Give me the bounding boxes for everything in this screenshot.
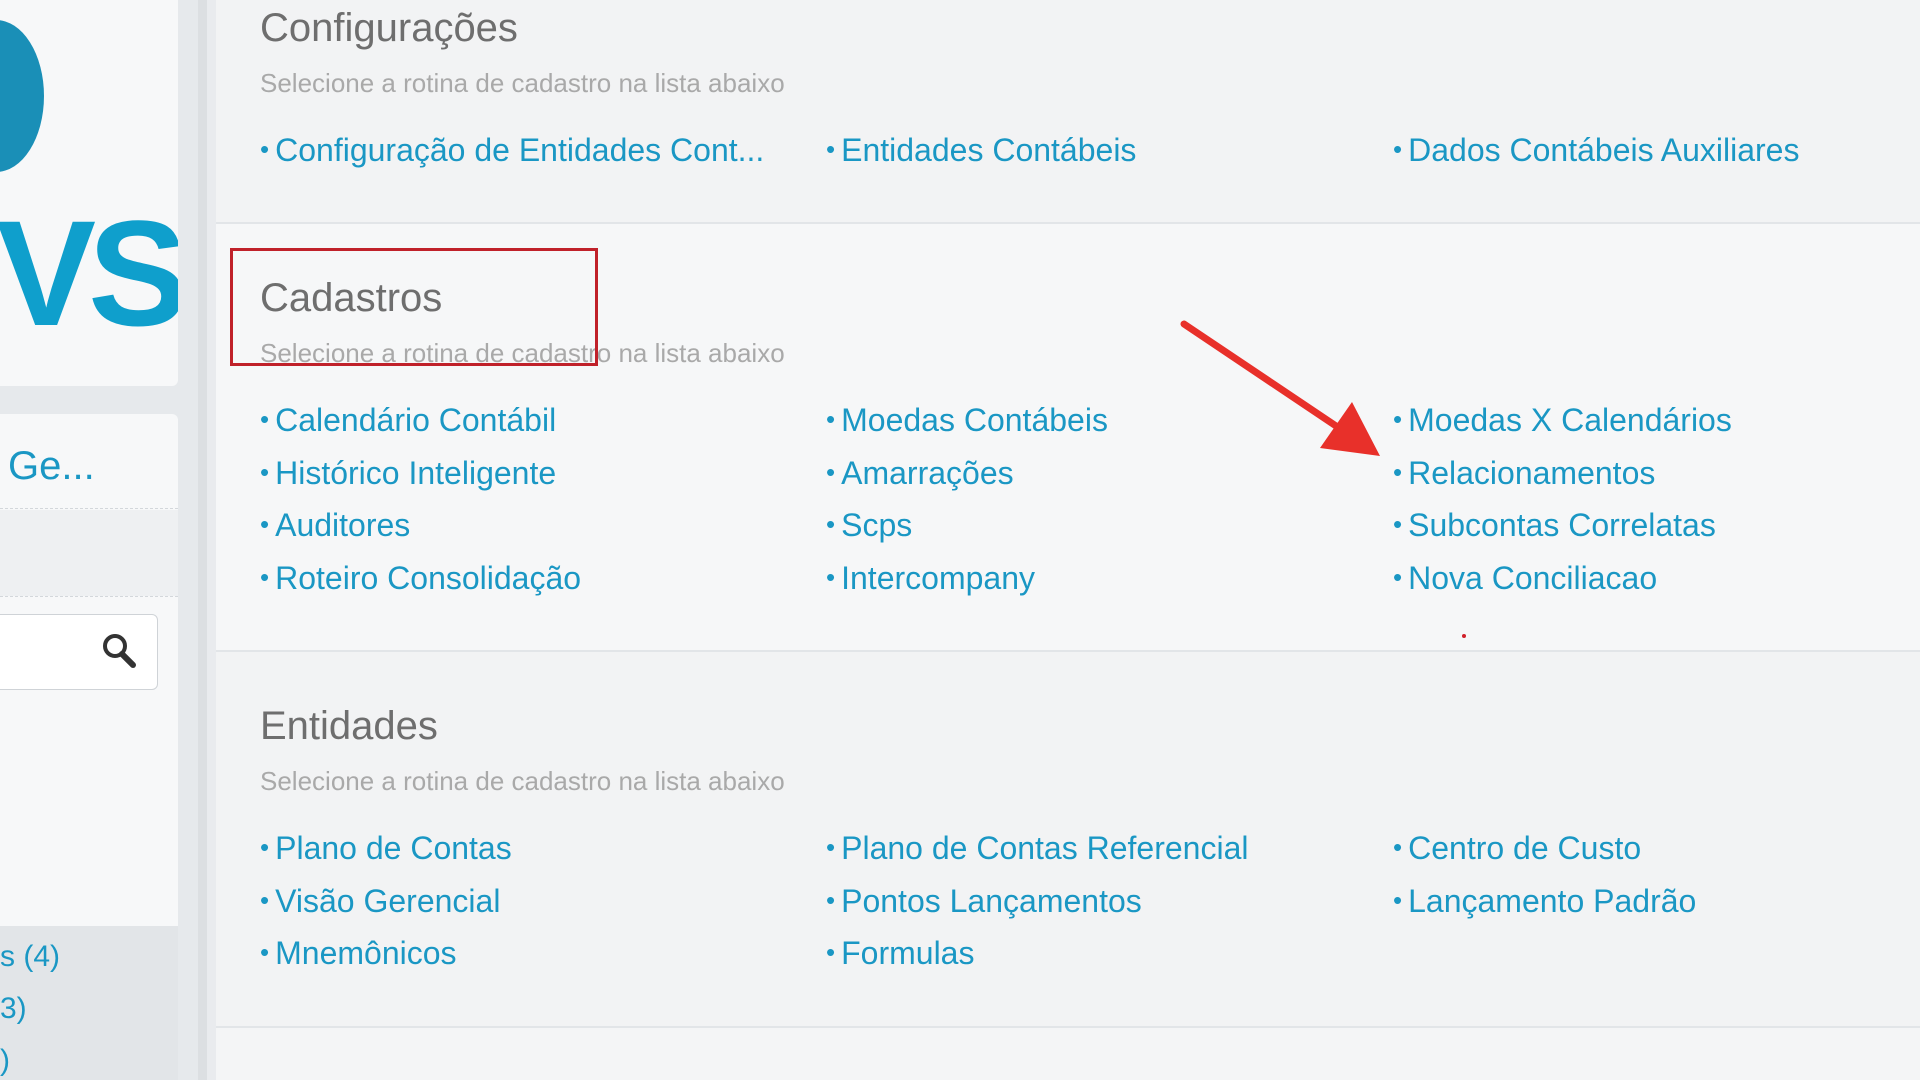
section-configuracoes: Configurações Selecione a rotina de cada… — [216, 0, 1920, 224]
annotation-dot — [1462, 634, 1466, 638]
count-item[interactable]: ) — [0, 1044, 10, 1078]
link-dados-contabeis-auxiliares[interactable]: • Dados Contábeis Auxiliares — [1393, 132, 1799, 169]
link-plano-de-contas[interactable]: • Plano de Contas — [260, 830, 512, 867]
count-item[interactable]: 3) — [0, 992, 27, 1026]
logo-card: VS — [0, 0, 178, 386]
link-amarracoes[interactable]: • Amarrações — [826, 455, 1014, 492]
menu-card: Ge... — [0, 414, 178, 926]
annotation-highlight-box — [230, 248, 598, 366]
count-item[interactable]: s (4) — [0, 940, 60, 974]
menu-divider — [0, 596, 178, 597]
logo-mark — [0, 20, 44, 172]
link-mnemonicos[interactable]: • Mnemônicos — [260, 935, 457, 972]
link-moedas-x-calendarios[interactable]: • Moedas X Calendários — [1393, 402, 1732, 439]
link-entidades-contabeis[interactable]: • Entidades Contábeis — [826, 132, 1136, 169]
link-scps[interactable]: • Scps — [826, 507, 912, 544]
menu-divider — [0, 508, 178, 509]
link-centro-de-custo[interactable]: • Centro de Custo — [1393, 830, 1641, 867]
section-entidades: Entidades Selecione a rotina de cadastro… — [216, 652, 1920, 1028]
link-calendario-contabil[interactable]: • Calendário Contábil — [260, 402, 556, 439]
sidebar-border — [198, 0, 207, 1080]
link-roteiro-consolidacao[interactable]: • Roteiro Consolidação — [260, 560, 581, 597]
link-relacionamentos[interactable]: • Relacionamentos — [1393, 455, 1655, 492]
section-subtitle: Selecione a rotina de cadastro na lista … — [260, 68, 785, 98]
main-content: Configurações Selecione a rotina de cada… — [216, 0, 1920, 1080]
link-pontos-lancamentos[interactable]: • Pontos Lançamentos — [826, 883, 1142, 920]
section-title: Configurações — [260, 6, 518, 50]
link-visao-gerencial[interactable]: • Visão Gerencial — [260, 883, 500, 920]
menu-title[interactable]: Ge... — [8, 444, 95, 489]
search-icon[interactable] — [99, 631, 139, 671]
logo-text: VS — [0, 189, 178, 357]
link-auditores[interactable]: • Auditores — [260, 507, 410, 544]
link-subcontas-correlatas[interactable]: • Subcontas Correlatas — [1393, 507, 1716, 544]
link-intercompany[interactable]: • Intercompany — [826, 560, 1035, 597]
section-subtitle: Selecione a rotina de cadastro na lista … — [260, 766, 785, 796]
sidebar: VS Ge... s (4) 3) ) — [0, 0, 207, 1080]
search-input[interactable] — [0, 614, 158, 690]
section-title: Entidades — [260, 704, 438, 748]
link-lancamento-padrao[interactable]: • Lançamento Padrão — [1393, 883, 1696, 920]
link-formulas[interactable]: • Formulas — [826, 935, 974, 972]
link-historico-inteligente[interactable]: • Histórico Inteligente — [260, 455, 556, 492]
arrow-icon — [1180, 320, 1380, 456]
link-plano-de-contas-referencial[interactable]: • Plano de Contas Referencial — [826, 830, 1248, 867]
link-configuracao-entidades[interactable]: • Configuração de Entidades Cont... — [260, 132, 764, 169]
link-moedas-contabeis[interactable]: • Moedas Contábeis — [826, 402, 1108, 439]
link-nova-conciliacao[interactable]: • Nova Conciliacao — [1393, 560, 1657, 597]
menu-band — [0, 510, 178, 596]
counts-list: s (4) 3) ) — [0, 926, 178, 1080]
